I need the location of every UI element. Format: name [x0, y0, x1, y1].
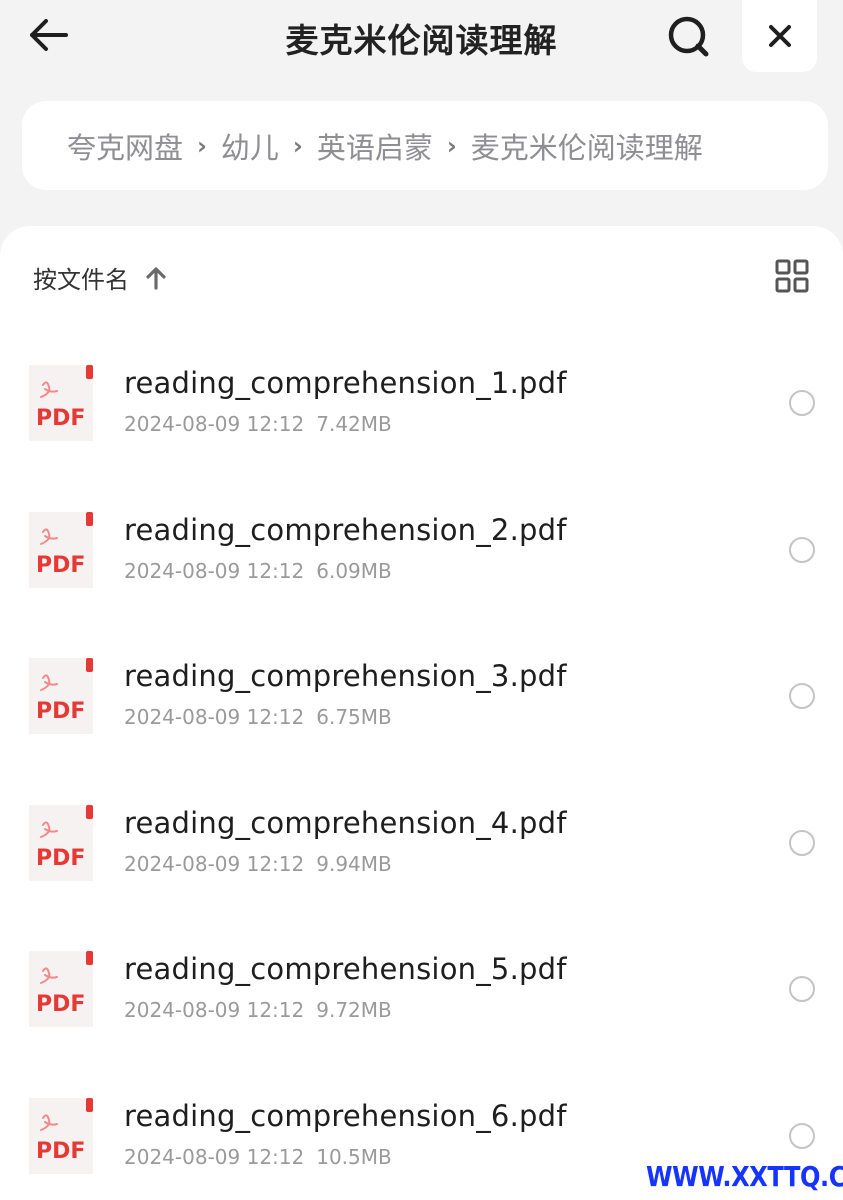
file-name: reading_comprehension_6.pdf [124, 1098, 567, 1133]
file-row[interactable]: PDF reading_comprehension_1.pdf 2024-08-… [0, 336, 843, 483]
file-row[interactable]: PDF reading_comprehension_5.pdf 2024-08-… [0, 922, 843, 1069]
file-name: reading_comprehension_2.pdf [124, 512, 567, 547]
file-size: 6.09MB [316, 558, 392, 583]
pdf-type-label: PDF [36, 406, 85, 431]
grid-view-icon [775, 259, 809, 293]
watermark: WWW.XXTTQ.COM [646, 1160, 843, 1193]
file-size: 10.5MB [316, 1144, 392, 1169]
file-row[interactable]: PDF reading_comprehension_2.pdf 2024-08-… [0, 483, 843, 630]
pdf-file-icon: PDF [27, 803, 95, 883]
select-radio[interactable] [789, 536, 815, 563]
sort-button[interactable]: 按文件名 [33, 260, 167, 295]
file-meta: 2024-08-09 12:12 10.5MB [124, 1145, 392, 1169]
file-row[interactable]: PDF reading_comprehension_3.pdf 2024-08-… [0, 629, 843, 776]
file-size: 6.75MB [316, 705, 392, 730]
select-radio[interactable] [789, 976, 815, 1003]
file-name: reading_comprehension_5.pdf [124, 952, 567, 987]
breadcrumb-item-root[interactable]: 夸克网盘 [67, 125, 183, 167]
file-date: 2024-08-09 12:12 [124, 851, 305, 876]
chevron-right-icon: › [197, 131, 207, 160]
breadcrumb-item-kids[interactable]: 幼儿 [221, 125, 279, 167]
pdf-file-icon: PDF [27, 510, 95, 590]
file-size: 9.72MB [316, 998, 392, 1023]
grid-view-button[interactable] [772, 256, 812, 296]
pdf-file-icon: PDF [27, 363, 95, 443]
file-date: 2024-08-09 12:12 [124, 412, 305, 436]
file-date: 2024-08-09 12:12 [124, 1144, 305, 1169]
pdf-type-label: PDF [36, 553, 85, 578]
file-date: 2024-08-09 12:12 [124, 998, 305, 1023]
breadcrumb-item-current[interactable]: 麦克米伦阅读理解 [471, 125, 703, 167]
page-title: 麦克米伦阅读理解 [285, 21, 558, 60]
file-meta: 2024-08-09 12:12 9.94MB [124, 852, 392, 876]
file-meta: 2024-08-09 12:12 7.42MB [124, 412, 392, 436]
file-name: reading_comprehension_4.pdf [124, 805, 567, 840]
search-button[interactable] [662, 10, 716, 64]
sort-label: 按文件名 [33, 266, 129, 294]
select-radio[interactable] [789, 683, 815, 710]
close-button[interactable] [742, 0, 817, 72]
file-size: 7.42MB [316, 412, 392, 436]
file-date: 2024-08-09 12:12 [124, 558, 305, 583]
file-meta: 2024-08-09 12:12 6.09MB [124, 559, 392, 583]
select-radio[interactable] [789, 390, 815, 416]
pdf-file-icon: PDF [27, 949, 95, 1029]
file-size: 9.94MB [316, 851, 392, 876]
pdf-file-icon: PDF [27, 656, 95, 736]
file-meta: 2024-08-09 12:12 9.72MB [124, 998, 392, 1022]
file-list: PDF reading_comprehension_1.pdf 2024-08-… [0, 336, 843, 1200]
file-browser-screen: 麦克米伦阅读理解 夸克网盘 › 幼儿 › 英语启蒙 › 麦克米伦阅读理解 按文件… [0, 0, 843, 1200]
file-name: reading_comprehension_3.pdf [124, 659, 567, 694]
chevron-right-icon: › [292, 131, 303, 160]
pdf-type-label: PDF [36, 1139, 85, 1164]
search-icon [668, 16, 709, 57]
pdf-file-icon: PDF [27, 1096, 95, 1176]
file-meta: 2024-08-09 12:12 6.75MB [124, 705, 392, 729]
breadcrumb: 夸克网盘 › 幼儿 › 英语启蒙 › 麦克米伦阅读理解 [22, 101, 828, 190]
file-row[interactable]: PDF reading_comprehension_4.pdf 2024-08-… [0, 776, 843, 923]
file-name: reading_comprehension_1.pdf [124, 366, 567, 400]
breadcrumb-item-english[interactable]: 英语启蒙 [317, 125, 433, 167]
select-radio[interactable] [789, 829, 815, 856]
pdf-type-label: PDF [36, 992, 85, 1017]
arrow-up-icon [145, 266, 167, 290]
close-icon [768, 25, 791, 47]
select-radio[interactable] [789, 1122, 815, 1149]
file-list-panel: 按文件名 PDF reading_comprehension_1.pdf 202… [0, 226, 843, 1200]
pdf-type-label: PDF [36, 846, 85, 871]
chevron-right-icon: › [446, 131, 457, 160]
pdf-type-label: PDF [36, 699, 85, 724]
top-bar: 麦克米伦阅读理解 [0, 0, 843, 76]
file-date: 2024-08-09 12:12 [124, 705, 305, 730]
